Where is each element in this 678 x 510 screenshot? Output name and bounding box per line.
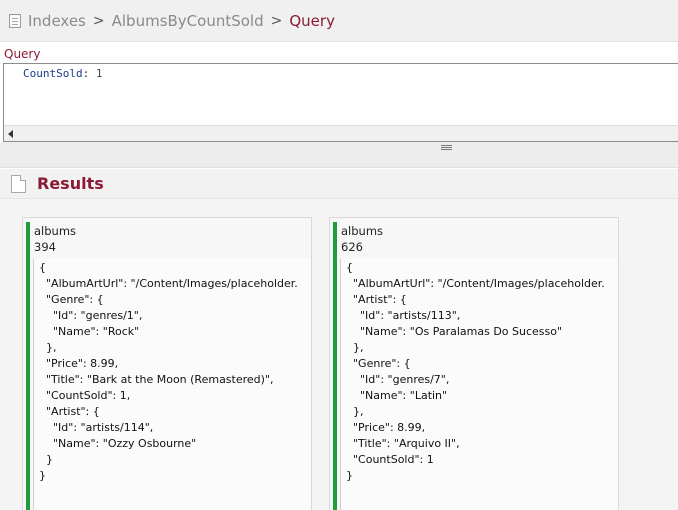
query-label: Query	[4, 47, 41, 61]
document-card[interactable]: albums 394 { "AlbumArtUrl": "/Content/Im…	[22, 217, 312, 510]
document-header: albums 394	[34, 223, 76, 255]
query-field: CountSold	[23, 67, 83, 80]
json-line: }	[346, 469, 353, 482]
json-line: },	[346, 405, 364, 418]
json-line: },	[346, 341, 364, 354]
json-line: "Id": "genres/1",	[39, 309, 143, 322]
json-line: "Id": "artists/113",	[346, 309, 461, 322]
document-id[interactable]: 394	[34, 239, 76, 255]
json-line: "AlbumArtUrl": "/Content/Images/placehol…	[39, 277, 298, 290]
results-document-icon	[11, 175, 26, 193]
json-line: "Name": "Os Paralamas Do Sucesso"	[346, 325, 563, 338]
query-text[interactable]: CountSold: 1	[23, 67, 102, 80]
json-line: "Genre": {	[39, 293, 104, 306]
json-line: "CountSold": 1,	[39, 389, 131, 402]
document-id[interactable]: 626	[341, 239, 383, 255]
scroll-left-icon[interactable]	[8, 130, 13, 138]
json-line: "CountSold": 1	[346, 453, 434, 466]
document-status-bar	[333, 222, 337, 510]
json-line: "Title": "Arquivo II",	[346, 437, 460, 450]
json-line: "Genre": {	[346, 357, 411, 370]
json-line: }	[39, 453, 53, 466]
splitter-grip-icon[interactable]	[441, 145, 452, 150]
document-status-bar	[26, 222, 30, 510]
json-line: "Artist": {	[346, 293, 407, 306]
json-line: "Name": "Ozzy Osbourne"	[39, 437, 197, 450]
json-line: "Id": "artists/114",	[39, 421, 154, 434]
results-title: Results	[37, 174, 104, 193]
document-card[interactable]: albums 626 { "AlbumArtUrl": "/Content/Im…	[329, 217, 619, 510]
document-collection: albums	[34, 224, 77, 238]
results-header: Results	[0, 169, 678, 199]
query-horizontal-scrollbar[interactable]	[4, 125, 678, 141]
breadcrumb-separator: >	[92, 12, 105, 29]
breadcrumb-separator: >	[270, 12, 283, 29]
breadcrumb-current: Query	[289, 11, 335, 30]
json-line: }	[39, 469, 46, 482]
json-line: "Price": 8.99,	[39, 357, 119, 370]
breadcrumb-indexes-link[interactable]: Indexes	[28, 12, 86, 30]
json-line: {	[346, 261, 353, 274]
json-line: "AlbumArtUrl": "/Content/Images/placehol…	[346, 277, 605, 290]
json-line: "Price": 8.99,	[346, 421, 426, 434]
query-gutter	[4, 64, 22, 126]
json-line: "Name": "Rock"	[39, 325, 140, 338]
query-editor[interactable]: CountSold: 1	[3, 63, 678, 142]
document-json: { "AlbumArtUrl": "/Content/Images/placeh…	[340, 258, 618, 510]
results-area: albums 394 { "AlbumArtUrl": "/Content/Im…	[0, 199, 678, 510]
document-collection: albums	[341, 224, 384, 238]
json-line: {	[39, 261, 46, 274]
index-page-icon	[9, 13, 21, 28]
json-line: "Id": "genres/7",	[346, 373, 450, 386]
breadcrumb-index-link[interactable]: AlbumsByCountSold	[112, 12, 264, 30]
pane-splitter[interactable]	[0, 142, 678, 168]
document-json: { "AlbumArtUrl": "/Content/Images/placeh…	[33, 258, 311, 510]
query-value: 1	[95, 67, 103, 80]
document-header: albums 626	[341, 223, 383, 255]
query-colon: :	[82, 67, 90, 80]
json-line: "Title": "Bark at the Moon (Remastered)"…	[39, 373, 274, 386]
json-line: "Artist": {	[39, 405, 100, 418]
json-line: "Name": "Latin"	[346, 389, 448, 402]
json-line: },	[39, 341, 57, 354]
breadcrumb: Indexes > AlbumsByCountSold > Query	[0, 0, 678, 42]
